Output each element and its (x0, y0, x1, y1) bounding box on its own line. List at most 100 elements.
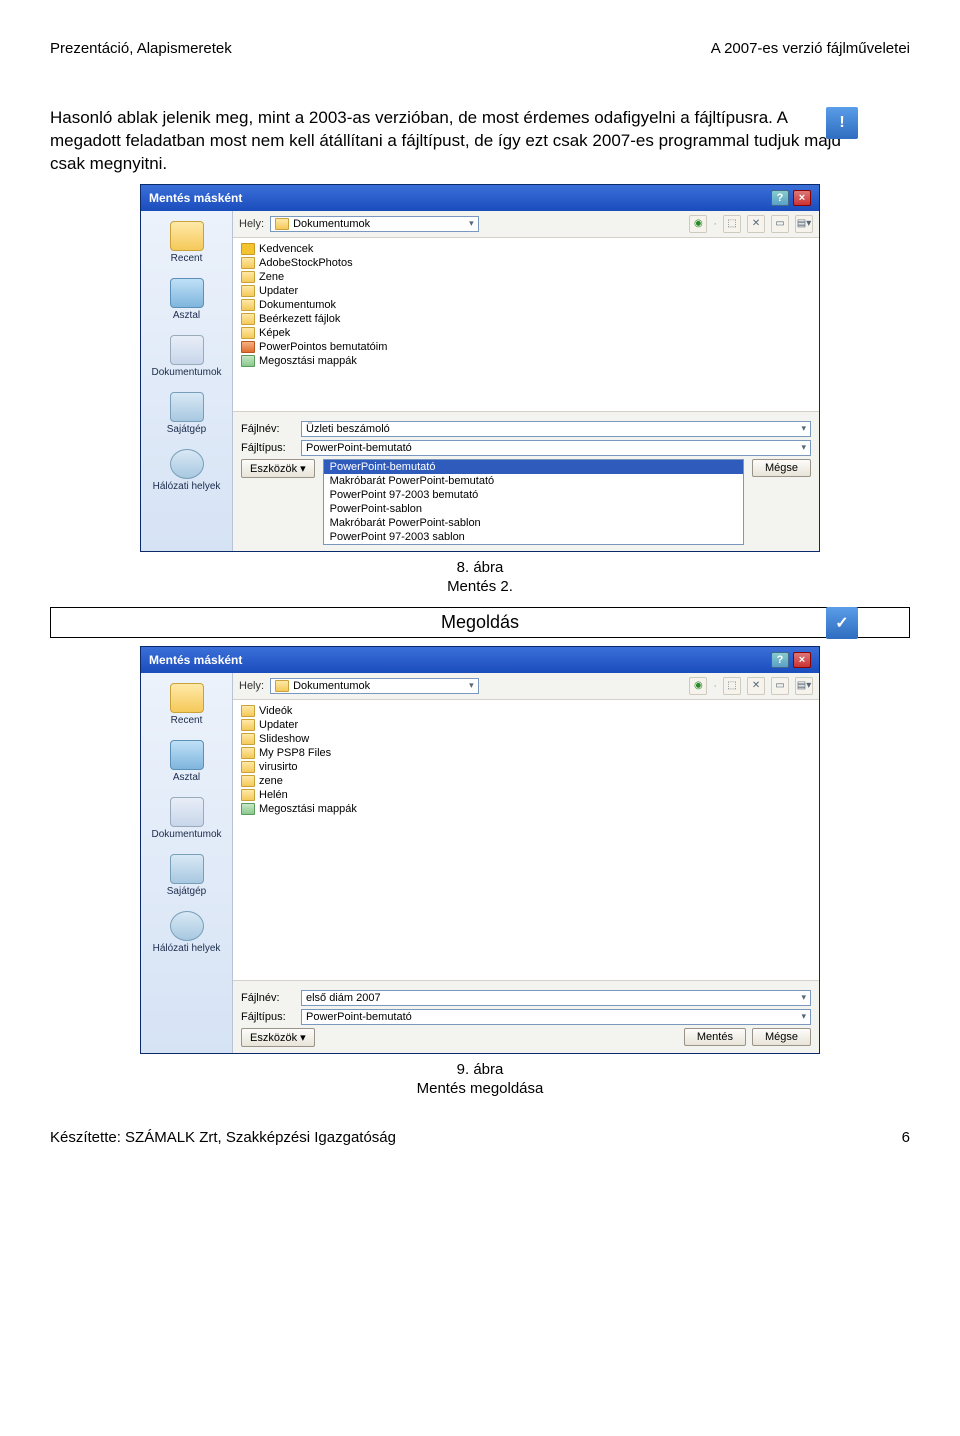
list-item[interactable]: Megosztási mappák (239, 802, 813, 816)
delete-button[interactable]: ✕ (747, 677, 765, 695)
dropdown-option[interactable]: Makróbarát PowerPoint-sablon (324, 516, 743, 530)
folder-icon (241, 733, 255, 745)
dropdown-option[interactable]: PowerPoint-sablon (324, 502, 743, 516)
file-list[interactable]: KedvencekAdobeStockPhotosZeneUpdaterDoku… (233, 238, 819, 411)
dropdown-option[interactable]: PowerPoint 97-2003 sablon (324, 530, 743, 544)
folder-icon (275, 680, 289, 692)
up-button[interactable]: ⬚ (723, 677, 741, 695)
place-mycomputer[interactable]: Sajátgép (147, 392, 227, 435)
body-paragraph: Hasonló ablak jelenik meg, mint a 2003-a… (50, 107, 910, 176)
newfolder-button[interactable]: ▭ (771, 677, 789, 695)
folder-icon (241, 775, 255, 787)
presentation-icon (241, 341, 255, 353)
folder-icon (241, 299, 255, 311)
save-button[interactable]: Mentés (684, 1028, 746, 1046)
header-left: Prezentáció, Alapismeretek (50, 40, 232, 57)
dialog-titlebar[interactable]: Mentés másként ? × (141, 647, 819, 673)
folder-icon (241, 313, 255, 325)
page-number: 6 (902, 1129, 910, 1146)
place-recent[interactable]: Recent (147, 683, 227, 726)
views-button[interactable]: ▤▾ (795, 677, 813, 695)
list-item[interactable]: Videók (239, 704, 813, 718)
place-network[interactable]: Hálózati helyek (147, 449, 227, 492)
folder-icon (241, 257, 255, 269)
chevron-down-icon: ▾ (469, 680, 474, 691)
folder-icon (275, 218, 289, 230)
place-desktop[interactable]: Asztal (147, 740, 227, 783)
list-item[interactable]: zene (239, 774, 813, 788)
place-documents[interactable]: Dokumentumok (147, 797, 227, 840)
star-icon (241, 243, 255, 255)
list-item[interactable]: Zene (239, 270, 813, 284)
location-combo[interactable]: Dokumentumok ▾ (270, 216, 479, 232)
solution-heading: Megoldás (50, 607, 910, 638)
dropdown-option[interactable]: Makróbarát PowerPoint-bemutató (324, 474, 743, 488)
newfolder-button[interactable]: ▭ (771, 215, 789, 233)
place-recent[interactable]: Recent (147, 221, 227, 264)
list-item[interactable]: Dokumentumok (239, 298, 813, 312)
close-button[interactable]: × (793, 652, 811, 668)
footer-left: Készítette: SZÁMALK Zrt, Szakképzési Iga… (50, 1129, 396, 1146)
file-list[interactable]: VideókUpdaterSlideshowMy PSP8 Filesvirus… (233, 700, 819, 980)
save-as-dialog-1: Mentés másként ? × Recent Asztal Dokumen… (140, 184, 820, 552)
tools-button[interactable]: Eszközök ▾ (241, 459, 315, 478)
filetype-dropdown[interactable]: PowerPoint-bemutatóMakróbarát PowerPoint… (323, 459, 744, 545)
help-button[interactable]: ? (771, 652, 789, 668)
figure-title: Mentés megoldása (417, 1080, 544, 1097)
filetype-label: Fájltípus: (241, 1011, 293, 1023)
filename-field[interactable]: első diám 2007▾ (301, 990, 811, 1006)
place-network[interactable]: Hálózati helyek (147, 911, 227, 954)
list-item[interactable]: Megosztási mappák (239, 354, 813, 368)
location-label: Hely: (239, 218, 264, 230)
figure-number: 9. ábra (457, 1061, 504, 1078)
list-item[interactable]: My PSP8 Files (239, 746, 813, 760)
dialog-titlebar[interactable]: Mentés másként ? × (141, 185, 819, 211)
dialog-title: Mentés másként (149, 191, 242, 205)
folder-icon (241, 327, 255, 339)
place-documents[interactable]: Dokumentumok (147, 335, 227, 378)
close-button[interactable]: × (793, 190, 811, 206)
up-button[interactable]: ⬚ (723, 215, 741, 233)
list-item[interactable]: Helén (239, 788, 813, 802)
shared-folder-icon (241, 803, 255, 815)
filetype-field[interactable]: PowerPoint-bemutató▾ (301, 1009, 811, 1025)
list-item[interactable]: PowerPointos bemutatóim (239, 340, 813, 354)
list-item[interactable]: virusirto (239, 760, 813, 774)
folder-icon (241, 789, 255, 801)
delete-button[interactable]: ✕ (747, 215, 765, 233)
list-item[interactable]: Képek (239, 326, 813, 340)
views-button[interactable]: ▤▾ (795, 215, 813, 233)
cancel-button[interactable]: Mégse (752, 1028, 811, 1046)
dropdown-option[interactable]: PowerPoint 97-2003 bemutató (324, 488, 743, 502)
list-item[interactable]: Kedvencek (239, 242, 813, 256)
folder-icon (241, 761, 255, 773)
filetype-field[interactable]: PowerPoint-bemutató▾ (301, 440, 811, 456)
list-item[interactable]: Updater (239, 284, 813, 298)
location-combo[interactable]: Dokumentumok ▾ (270, 678, 479, 694)
check-icon: ✓ (826, 607, 858, 639)
location-label: Hely: (239, 680, 264, 692)
place-desktop[interactable]: Asztal (147, 278, 227, 321)
folder-icon (241, 285, 255, 297)
folder-icon (241, 747, 255, 759)
filename-field[interactable]: Üzleti beszámoló▾ (301, 421, 811, 437)
list-item[interactable]: Slideshow (239, 732, 813, 746)
list-item[interactable]: AdobeStockPhotos (239, 256, 813, 270)
dropdown-option[interactable]: PowerPoint-bemutató (324, 460, 743, 474)
list-item[interactable]: Updater (239, 718, 813, 732)
help-button[interactable]: ? (771, 190, 789, 206)
back-button[interactable]: ◉ (689, 215, 707, 233)
places-bar: Recent Asztal Dokumentumok Sajátgép Háló… (141, 211, 233, 551)
place-mycomputer[interactable]: Sajátgép (147, 854, 227, 897)
warning-icon: ! (826, 107, 858, 139)
tools-button[interactable]: Eszközök ▾ (241, 1028, 315, 1047)
cancel-button[interactable]: Mégse (752, 459, 811, 477)
folder-icon (241, 705, 255, 717)
shared-folder-icon (241, 355, 255, 367)
back-button[interactable]: ◉ (689, 677, 707, 695)
dialog-title: Mentés másként (149, 653, 242, 667)
list-item[interactable]: Beérkezett fájlok (239, 312, 813, 326)
save-as-dialog-2: Mentés másként ? × Recent Asztal Dokumen… (140, 646, 820, 1054)
filetype-label: Fájltípus: (241, 442, 293, 454)
header-right: A 2007-es verzió fájlműveletei (711, 40, 910, 57)
